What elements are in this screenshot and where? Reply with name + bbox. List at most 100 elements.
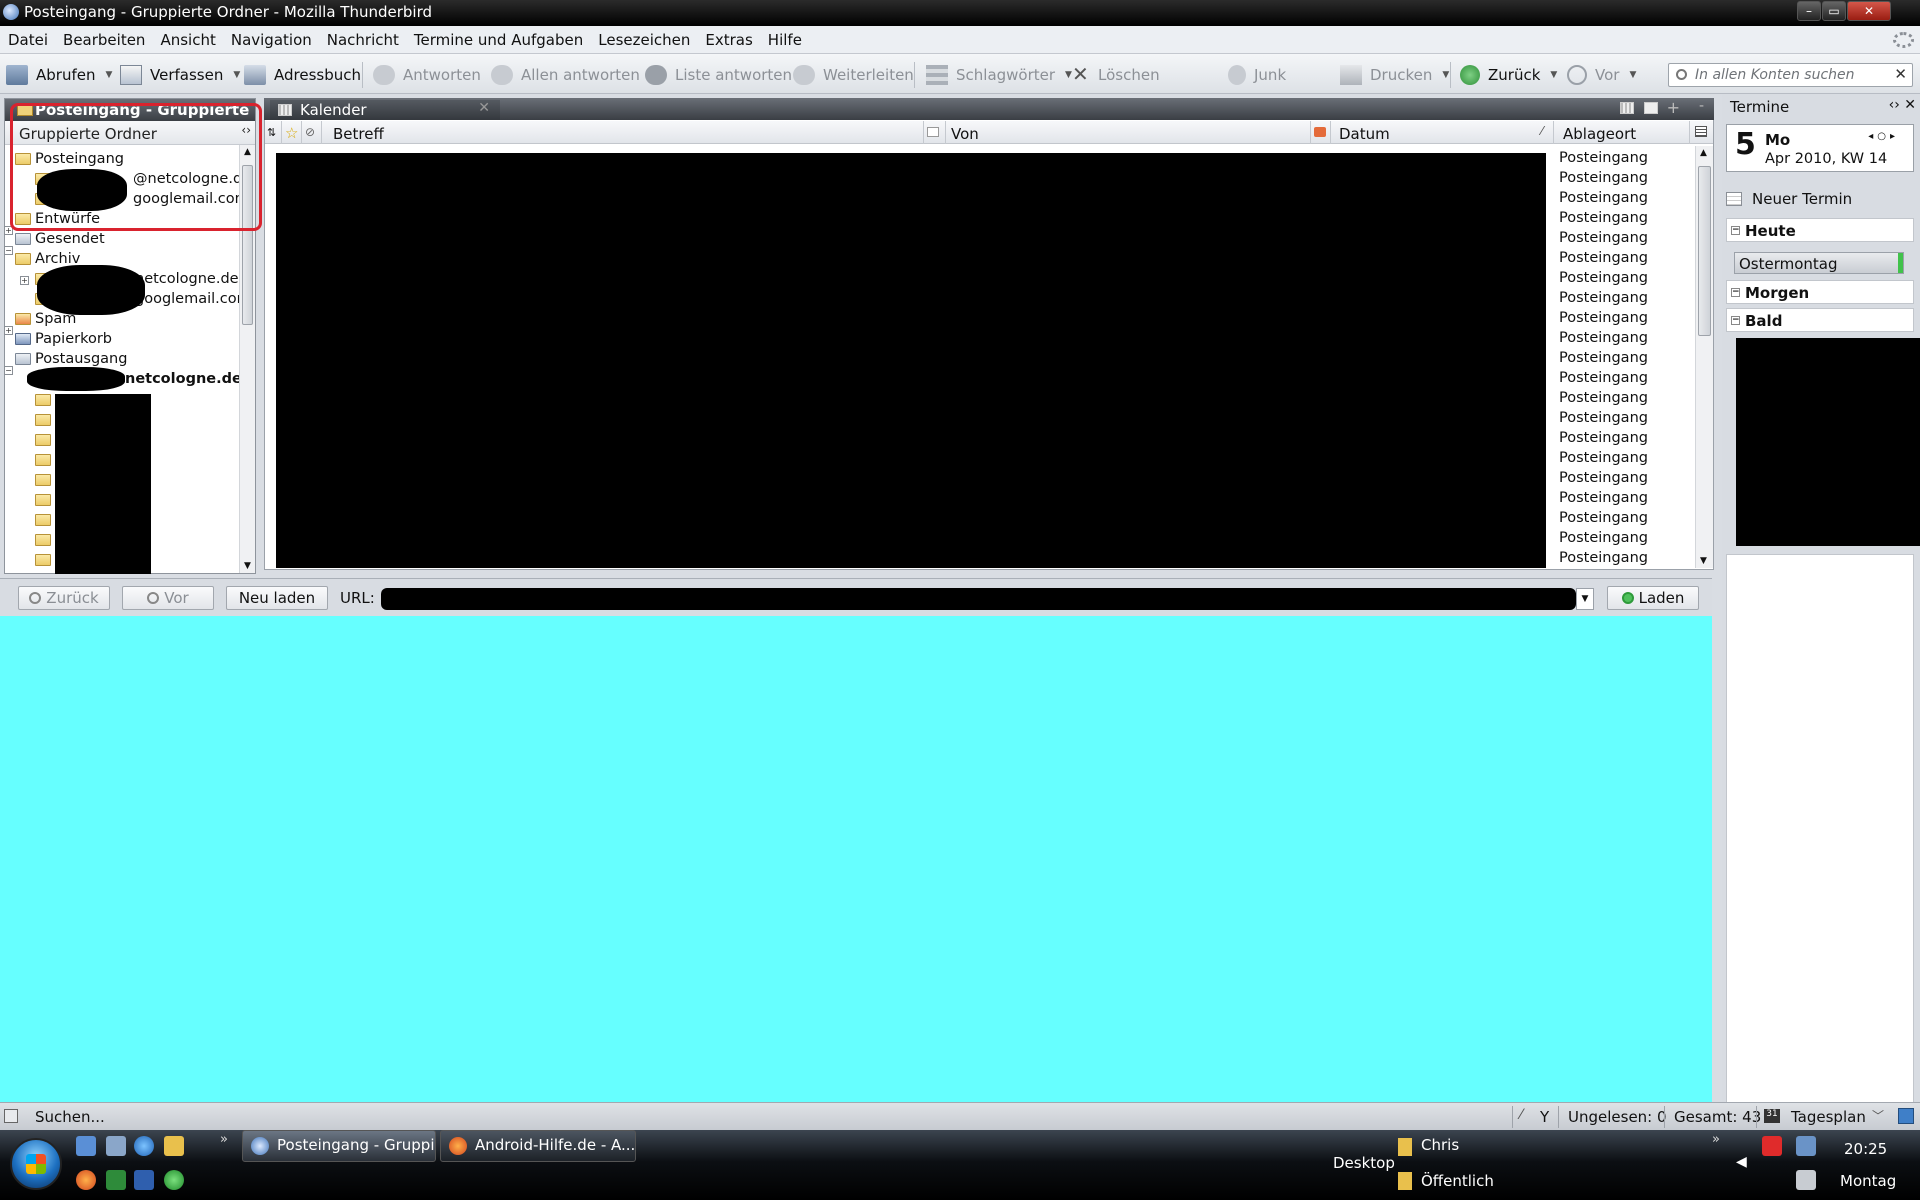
message-location[interactable]: Posteingang <box>1559 430 1648 446</box>
column-picker-icon[interactable] <box>1695 126 1707 137</box>
antivirus-icon[interactable] <box>1762 1136 1782 1156</box>
liste-antworten-button[interactable]: Liste antworten <box>645 63 792 87</box>
message-location[interactable]: Posteingang <box>1559 210 1648 226</box>
clock-time[interactable]: 20:25 <box>1844 1140 1887 1158</box>
menu-ansicht[interactable]: Ansicht <box>152 26 222 49</box>
event-ostermontag[interactable]: Ostermontag <box>1734 252 1904 274</box>
message-location[interactable]: Posteingang <box>1559 450 1648 466</box>
folder-papierkorb[interactable]: Papierkorb <box>15 329 112 349</box>
antworten-button[interactable]: Antworten <box>373 63 481 87</box>
collapse-icon[interactable]: − <box>1731 288 1740 297</box>
tab-kalender[interactable]: Kalender ✕ <box>270 100 500 120</box>
reload-button[interactable]: Neu laden <box>226 586 328 610</box>
today-pane-toggle[interactable]: Tagesplan <box>1791 1108 1866 1126</box>
message-location[interactable]: Posteingang <box>1559 390 1648 406</box>
message-location[interactable]: Posteingang <box>1559 170 1648 186</box>
message-location[interactable]: Posteingang <box>1559 230 1648 246</box>
message-location[interactable]: Posteingang <box>1559 290 1648 306</box>
tab-list-icon[interactable]: - <box>1699 98 1704 114</box>
tasks-tab-icon[interactable] <box>1644 102 1658 114</box>
verfassen-button[interactable]: Verfassen ▼ <box>120 63 240 87</box>
agenda-heute[interactable]: − Heute <box>1726 218 1914 242</box>
menu-bearbeiten[interactable]: Bearbeiten <box>55 26 152 49</box>
close-tab-icon[interactable]: ✕ <box>478 100 490 116</box>
close-window-button[interactable]: ✕ <box>1847 1 1891 21</box>
excel-icon[interactable] <box>106 1170 126 1190</box>
browser-forward-button[interactable]: Vor <box>122 586 214 610</box>
message-location[interactable]: Posteingang <box>1559 250 1648 266</box>
read-status-column-icon[interactable] <box>927 127 939 137</box>
desktop-toolbar-label[interactable]: Desktop <box>1333 1154 1395 1172</box>
chevron-down-icon[interactable]: ▼ <box>233 70 240 80</box>
start-button[interactable] <box>10 1138 62 1190</box>
internet-explorer-icon[interactable] <box>134 1136 154 1156</box>
expand-icon[interactable]: + <box>20 276 29 285</box>
attachment-column-icon[interactable]: ⊘ <box>305 125 315 139</box>
public-folder[interactable]: Öffentlich <box>1421 1172 1494 1190</box>
web-content-area[interactable] <box>0 616 1712 1102</box>
message-location[interactable]: Posteingang <box>1559 510 1648 526</box>
collapse-icon[interactable]: − <box>4 246 13 255</box>
vor-button[interactable]: Vor ▼ <box>1567 63 1636 87</box>
message-location[interactable]: Posteingang <box>1559 550 1648 566</box>
message-location[interactable]: Posteingang <box>1559 190 1648 206</box>
column-von[interactable]: Von <box>951 125 979 143</box>
column-datum[interactable]: Datum <box>1339 125 1390 143</box>
word-icon[interactable] <box>134 1170 154 1190</box>
firefox-icon[interactable] <box>76 1170 96 1190</box>
close-pane-icon[interactable]: ‹› ✕ <box>1889 97 1916 113</box>
calendar-tab-icon[interactable] <box>1620 102 1634 114</box>
collapse-icon[interactable]: − <box>1731 316 1740 325</box>
show-hidden-icons-icon[interactable]: ◀ <box>1736 1154 1747 1170</box>
loeschen-button[interactable]: ✕ Löschen <box>1072 63 1160 87</box>
browser-back-button[interactable]: Zurück <box>18 586 110 610</box>
column-betreff[interactable]: Betreff <box>333 125 384 143</box>
column-ablageort[interactable]: Ablageort <box>1563 125 1636 143</box>
clock-day[interactable]: Montag <box>1840 1172 1896 1190</box>
message-location[interactable]: Posteingang <box>1559 530 1648 546</box>
new-event-button[interactable]: Neuer Termin <box>1726 190 1852 208</box>
scroll-down-icon[interactable]: ▼ <box>244 561 251 571</box>
agenda-bald[interactable]: − Bald <box>1726 308 1914 332</box>
taskbar-thunderbird[interactable]: Posteingang - Gruppi... <box>242 1130 436 1162</box>
url-dropdown-icon[interactable]: ▼ <box>1576 588 1594 610</box>
search-input[interactable]: In allen Konten suchen ✕ <box>1668 63 1913 87</box>
message-location[interactable]: Posteingang <box>1559 370 1648 386</box>
thread-column-icon[interactable]: ⇅ <box>267 126 276 139</box>
star-column-icon[interactable]: ☆ <box>285 124 298 142</box>
maximize-button[interactable]: ▭ <box>1822 1 1846 21</box>
icq-icon[interactable] <box>164 1170 184 1190</box>
message-location[interactable]: Posteingang <box>1559 270 1648 286</box>
chevron-down-icon[interactable]: ▼ <box>1550 70 1557 80</box>
message-location[interactable]: Posteingang <box>1559 350 1648 366</box>
load-button[interactable]: Laden <box>1607 586 1699 610</box>
message-location[interactable]: Posteingang <box>1559 330 1648 346</box>
message-list-scrollbar[interactable]: ▲ ▼ <box>1695 146 1713 568</box>
new-tab-icon[interactable]: + <box>1667 98 1680 117</box>
menu-nachricht[interactable]: Nachricht <box>319 26 406 49</box>
menu-lesezeichen[interactable]: Lesezeichen <box>590 26 697 49</box>
chevron-down-icon[interactable]: ▼ <box>1065 70 1072 80</box>
chevron-down-icon[interactable]: ▼ <box>105 70 112 80</box>
expand-icon[interactable]: + <box>4 326 13 335</box>
folder-gesendet[interactable]: Gesendet <box>15 229 105 249</box>
schlagwoerter-button[interactable]: Schlagwörter ▼ <box>926 63 1072 87</box>
network-icon[interactable] <box>1796 1136 1816 1156</box>
activity-gear-icon[interactable] <box>1893 32 1914 48</box>
show-desktop-icon[interactable] <box>76 1136 96 1156</box>
menu-navigation[interactable]: Navigation <box>223 26 319 49</box>
chevron-down-icon[interactable]: ﹀ <box>1872 1107 1884 1124</box>
menu-hilfe[interactable]: Hilfe <box>760 26 809 49</box>
zurueck-button[interactable]: Zurück ▼ <box>1460 63 1557 87</box>
collapse-icon[interactable]: − <box>4 366 13 375</box>
volume-muted-icon[interactable] <box>1796 1170 1816 1190</box>
folder-postausgang[interactable]: Postausgang <box>15 349 127 369</box>
menu-extras[interactable]: Extras <box>697 26 759 49</box>
message-location[interactable]: Posteingang <box>1559 490 1648 506</box>
url-input[interactable] <box>381 588 1576 610</box>
message-location[interactable]: Posteingang <box>1559 470 1648 486</box>
message-location[interactable]: Posteingang <box>1559 310 1648 326</box>
menu-termine-und-aufgaben[interactable]: Termine und Aufgaben <box>406 26 590 49</box>
message-location[interactable]: Posteingang <box>1559 150 1648 166</box>
user-folder-chris[interactable]: Chris <box>1421 1136 1459 1154</box>
